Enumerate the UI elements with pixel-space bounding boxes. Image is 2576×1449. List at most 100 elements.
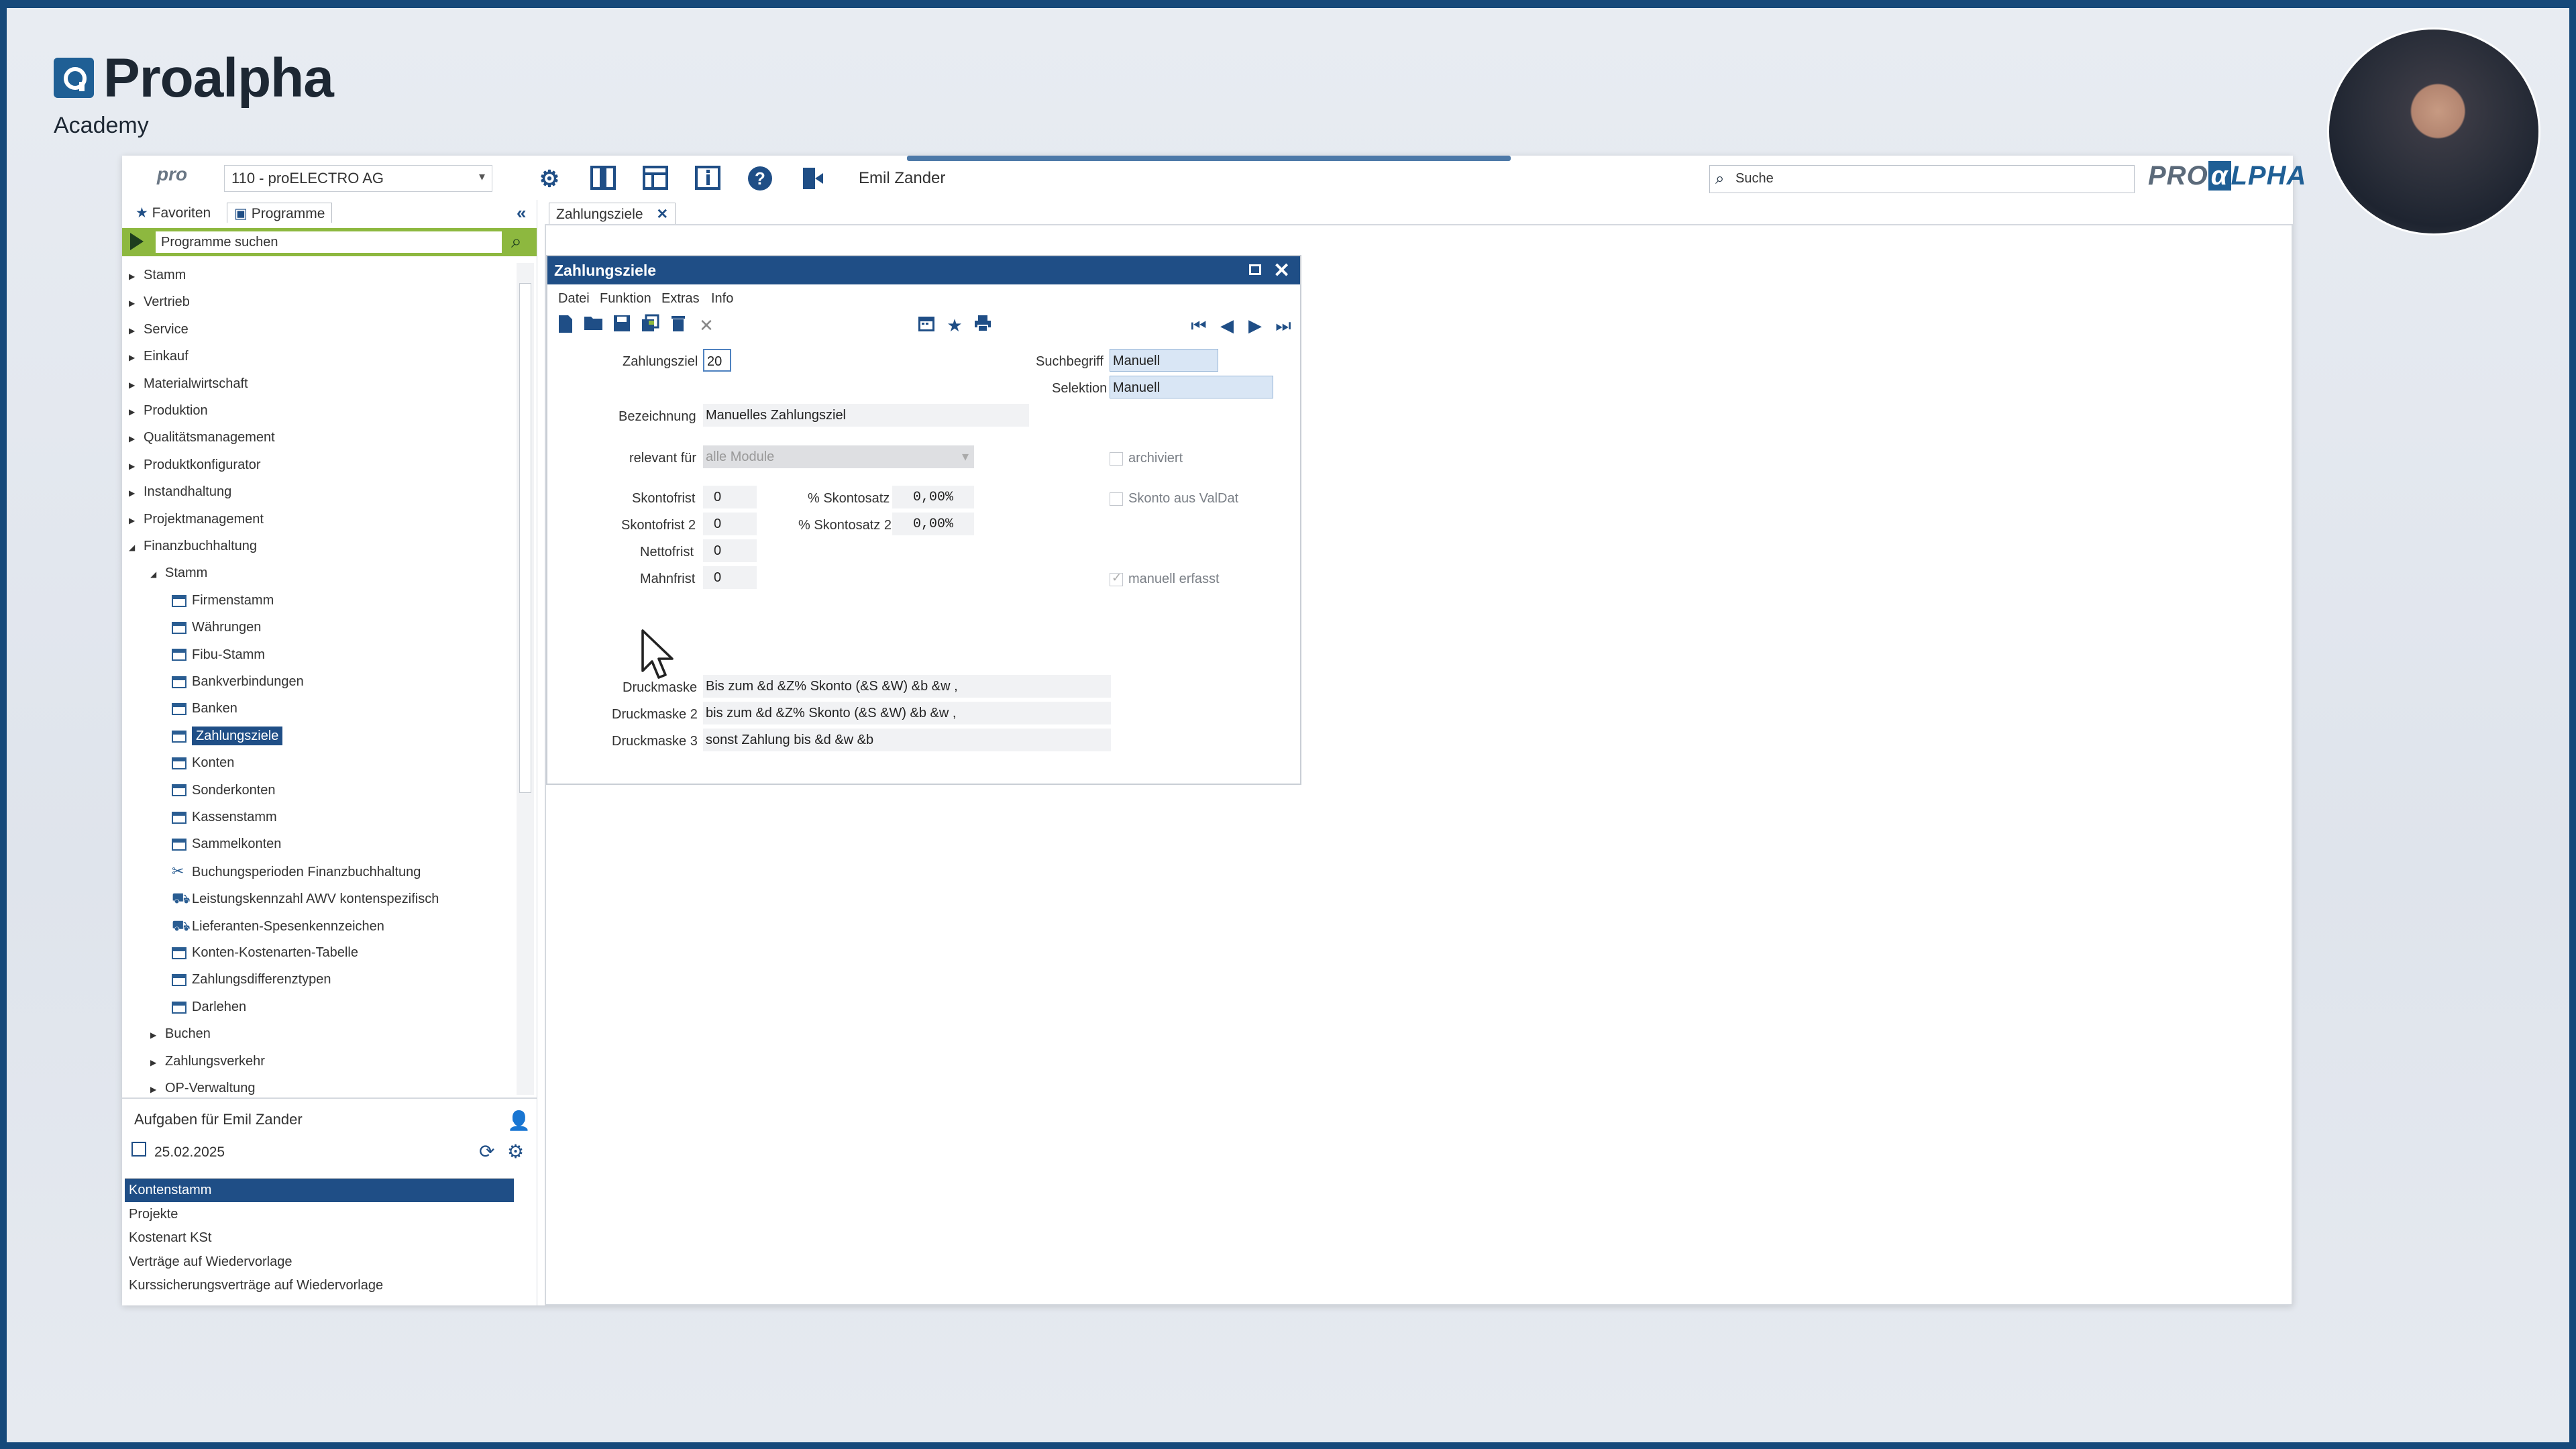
tree-item[interactable]: ▶ Stamm xyxy=(129,263,186,287)
company-select[interactable]: 110 - proELECTRO AG ▾ xyxy=(224,165,492,192)
tab-favorites[interactable]: ★ Favoriten xyxy=(129,203,217,223)
relevant-select[interactable]: alle Module ▾ xyxy=(703,445,974,468)
skontosatz-input[interactable]: 0,00% xyxy=(892,486,974,508)
calendar-icon[interactable] xyxy=(131,1142,146,1157)
chevron-down-icon[interactable]: ◢ xyxy=(129,535,140,559)
menu-extras[interactable]: Extras xyxy=(661,291,700,307)
tree-item[interactable]: Banken xyxy=(172,696,237,720)
archiviert-checkbox[interactable] xyxy=(1110,452,1123,466)
tree-item[interactable]: ◢ Stamm xyxy=(150,561,207,585)
menu-funktion[interactable]: Funktion xyxy=(600,291,651,307)
save-icon[interactable] xyxy=(610,314,633,337)
tree-item[interactable]: ▶ Produktion xyxy=(129,398,208,423)
play-icon[interactable] xyxy=(130,233,144,250)
chevron-right-icon[interactable]: ▶ xyxy=(129,400,140,424)
tree-item[interactable]: ▶ Produktkonfigurator xyxy=(129,453,261,477)
bezeichnung-input[interactable]: Manuelles Zahlungsziel xyxy=(703,404,1029,427)
tree-item[interactable]: Darlehen xyxy=(172,995,246,1019)
tree-item[interactable]: ▶ Qualitätsmanagement xyxy=(129,425,275,449)
chevron-right-icon[interactable]: ▶ xyxy=(129,264,140,288)
search-icon[interactable]: ⌕ xyxy=(511,231,522,253)
info-panel-icon[interactable] xyxy=(692,165,723,193)
exit-icon[interactable] xyxy=(797,165,828,193)
tree-item[interactable]: ▶ Instandhaltung xyxy=(129,480,231,504)
skonto-valdat-checkbox[interactable] xyxy=(1110,492,1123,506)
star-icon[interactable]: ★ xyxy=(943,314,966,337)
tree-item[interactable]: ▶ Projektmanagement xyxy=(129,507,264,531)
tree-item[interactable]: ▶ Buchen xyxy=(150,1022,211,1046)
druckmaske-input[interactable]: Bis zum &d &Z% Skonto (&S &W) &b &w , xyxy=(703,675,1111,698)
tab-zahlungsziele[interactable]: Zahlungsziele ✕ xyxy=(549,203,676,224)
tree-item[interactable]: ◢ Finanzbuchhaltung xyxy=(129,534,257,558)
tree-item[interactable]: Fibu-Stamm xyxy=(172,643,265,667)
refresh-icon[interactable]: ⟳ xyxy=(479,1140,494,1163)
tree-item[interactable]: ▶ Service xyxy=(129,317,189,341)
chevron-right-icon[interactable]: ▶ xyxy=(129,508,140,533)
tree-item[interactable]: Währungen xyxy=(172,615,261,639)
calendar-icon[interactable] xyxy=(915,314,938,337)
tree-item[interactable]: Sonderkonten xyxy=(172,778,276,802)
chevron-right-icon[interactable]: ▶ xyxy=(129,345,140,370)
tree-item[interactable]: Konten-Kostenarten-Tabelle xyxy=(172,941,358,965)
tree-item[interactable]: Firmenstamm xyxy=(172,588,274,612)
manuell-erfasst-checkbox[interactable] xyxy=(1110,571,1123,586)
chevron-down-icon[interactable]: ◢ xyxy=(150,562,161,586)
tree-item[interactable]: ⛟ Leistungskennzahl AWV kontenspezifisch xyxy=(172,886,439,910)
task-item[interactable]: Verträge auf Wiedervorlage xyxy=(125,1250,514,1274)
gear-icon[interactable]: ⚙ xyxy=(507,1140,524,1163)
task-item[interactable]: Projekte xyxy=(125,1203,514,1226)
open-folder-icon[interactable] xyxy=(582,314,605,337)
zahlungsziel-input[interactable]: 20 xyxy=(703,349,731,372)
program-search-input[interactable]: Programme suchen xyxy=(156,231,502,253)
tree-item[interactable]: ▶ Vertrieb xyxy=(129,290,190,314)
chevron-right-icon[interactable]: ▶ xyxy=(150,1051,161,1075)
chevron-right-icon[interactable]: ▶ xyxy=(150,1023,161,1047)
print-icon[interactable] xyxy=(971,314,994,337)
new-record-icon[interactable] xyxy=(554,314,577,337)
tree-scrollbar[interactable] xyxy=(517,263,534,1095)
chevron-right-icon[interactable]: ▶ xyxy=(129,481,140,505)
tab-programs[interactable]: ▣ Programme xyxy=(227,203,333,223)
skontosatz2-input[interactable]: 0,00% xyxy=(892,513,974,535)
menu-datei[interactable]: Datei xyxy=(558,291,590,307)
tree-item[interactable]: Konten xyxy=(172,751,234,775)
tree-item[interactable]: Zahlungsdifferenztypen xyxy=(172,967,331,991)
user-icon[interactable]: 👤 xyxy=(507,1110,531,1132)
tree-item[interactable]: ▶ Einkauf xyxy=(129,344,189,368)
chevron-right-icon[interactable]: ▶ xyxy=(129,373,140,397)
task-item[interactable]: Kontenstamm xyxy=(125,1179,514,1202)
nettofrist-input[interactable]: 0 xyxy=(703,539,757,562)
tree-item[interactable]: ▶ Materialwirtschaft xyxy=(129,372,248,396)
menu-info[interactable]: Info xyxy=(711,291,733,307)
close-icon[interactable]: ✕ xyxy=(1273,259,1290,282)
druckmaske3-input[interactable]: sonst Zahlung bis &d &w &b xyxy=(703,729,1111,751)
tree-item[interactable]: Sammelkonten xyxy=(172,832,281,856)
tree-item[interactable]: Bankverbindungen xyxy=(172,669,304,694)
close-tab-icon[interactable]: ✕ xyxy=(656,207,668,222)
task-item[interactable]: Kurssicherungsverträge auf Wiedervorlage xyxy=(125,1274,514,1297)
skontofrist-input[interactable]: 0 xyxy=(703,486,757,508)
selektion-input[interactable]: Manuell xyxy=(1110,376,1273,398)
panel-icon[interactable] xyxy=(588,165,619,193)
chevron-right-icon[interactable]: ▶ xyxy=(129,319,140,343)
chevron-right-icon[interactable]: ▶ xyxy=(129,427,140,451)
mahnfrist-input[interactable]: 0 xyxy=(703,566,757,589)
chevron-right-icon[interactable]: ▶ xyxy=(129,291,140,315)
maximize-icon[interactable] xyxy=(1249,264,1261,275)
tree-item[interactable]: Kassenstamm xyxy=(172,805,277,829)
tree-item[interactable]: ▶ Zahlungsverkehr xyxy=(150,1049,265,1073)
copy-icon[interactable] xyxy=(639,314,661,337)
global-search-input[interactable]: ⌕ Suche xyxy=(1709,165,2135,193)
tree-item[interactable]: ▶ OP-Verwaltung xyxy=(150,1076,256,1100)
suchbegriff-input[interactable]: Manuell xyxy=(1110,349,1218,372)
tree-scrollbar-thumb[interactable] xyxy=(519,283,531,793)
gear-icon[interactable]: ⚙ xyxy=(534,165,565,193)
tree-item[interactable]: ✂ Buchungsperioden Finanzbuchhaltung xyxy=(172,859,421,883)
skontofrist2-input[interactable]: 0 xyxy=(703,513,757,535)
tree-item[interactable]: Zahlungsziele xyxy=(172,724,283,748)
delete-icon[interactable] xyxy=(667,314,690,337)
next-record-icon[interactable]: ▶ xyxy=(1244,314,1267,337)
druckmaske2-input[interactable]: bis zum &d &Z% Skonto (&S &W) &b &w , xyxy=(703,702,1111,724)
last-record-icon[interactable]: ⏭ xyxy=(1272,314,1295,337)
help-icon[interactable]: ? xyxy=(745,165,775,193)
